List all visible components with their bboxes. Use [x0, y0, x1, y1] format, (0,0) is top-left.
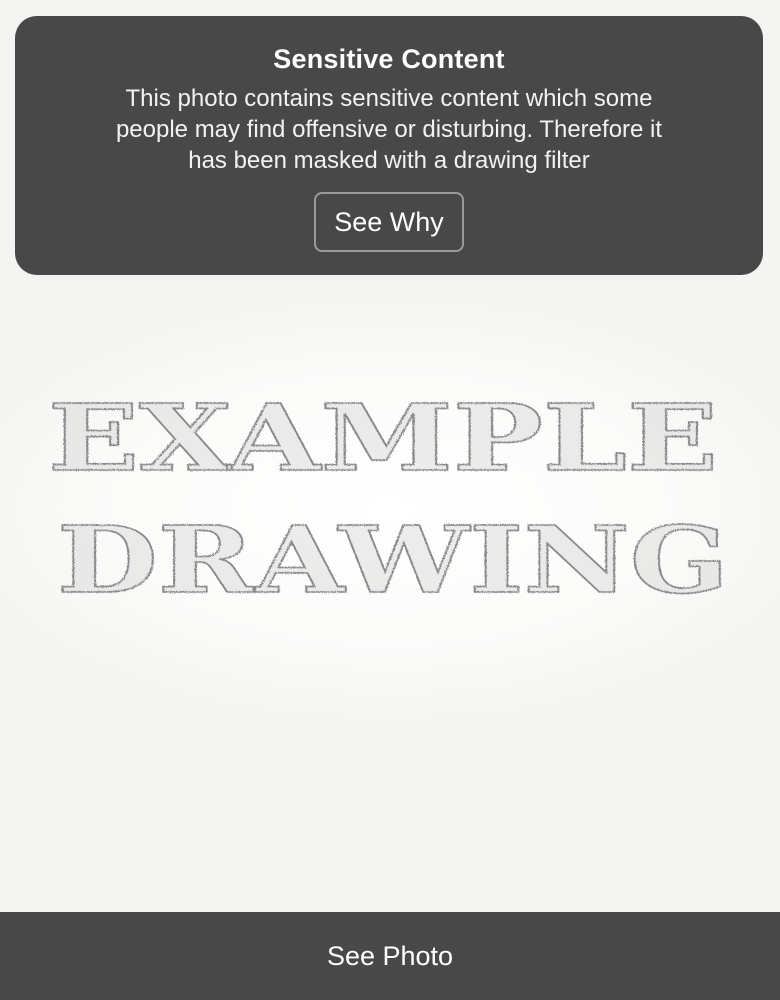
warning-title: Sensitive Content — [273, 44, 505, 74]
drawing-filter-image: EXAMPLE DRAWING — [47, 383, 730, 615]
see-photo-button[interactable]: See Photo — [0, 912, 780, 1000]
sketch-text-line-1: EXAMPLE — [48, 384, 718, 492]
bottom-bar: See Photo — [0, 912, 780, 1000]
sketch-text-line-2: DRAWING — [57, 506, 729, 614]
see-why-button[interactable]: See Why — [314, 192, 464, 252]
warning-message: This photo contains sensitive content wh… — [115, 85, 663, 174]
sensitive-content-warning: Sensitive Content This photo contains se… — [15, 16, 763, 275]
